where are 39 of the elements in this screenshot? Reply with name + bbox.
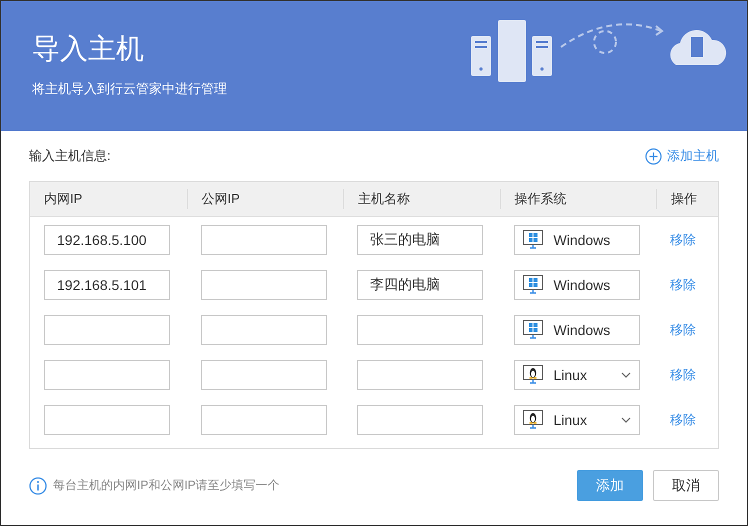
cancel-button[interactable]: 取消	[653, 470, 719, 501]
column-header: 操作系统	[514, 191, 566, 206]
host-name-field[interactable]	[357, 404, 483, 434]
public-ip-field[interactable]	[200, 314, 326, 344]
dialog-title: 导入主机	[32, 32, 145, 66]
private-ip-field[interactable]	[44, 360, 170, 390]
column-header: 主机名称	[358, 191, 410, 206]
column-header: 公网IP	[202, 191, 240, 206]
hint-text: 每台主机的内网IP和公网IP请至少填写一个	[53, 477, 280, 494]
host-name-field[interactable]: 李四的电脑	[357, 270, 483, 300]
os-select[interactable]: Linux	[514, 360, 640, 390]
windows-monitor-icon	[522, 318, 544, 340]
public-ip-field[interactable]	[200, 270, 326, 300]
column-header: 内网IP	[44, 191, 82, 206]
private-ip-field[interactable]	[44, 404, 170, 434]
os-select[interactable]: Windows	[514, 224, 640, 254]
private-ip-field[interactable]: 192.168.5.100	[44, 224, 170, 254]
public-ip-field[interactable]	[200, 224, 326, 254]
public-ip-field[interactable]	[200, 404, 326, 434]
dialog-subtitle: 将主机导入到行云管家中进行管理	[32, 80, 227, 98]
windows-monitor-icon	[522, 274, 544, 296]
os-select[interactable]: Windows	[514, 314, 640, 344]
caret-icon	[620, 372, 630, 378]
os-select[interactable]: Windows	[514, 270, 640, 300]
section-label: 输入主机信息:	[29, 147, 111, 165]
penguin-monitor-icon	[522, 364, 544, 386]
host-name-field[interactable]: 张三的电脑	[357, 224, 483, 254]
caret-icon	[620, 416, 630, 422]
info-icon	[29, 476, 47, 494]
column-header: 操作	[671, 191, 697, 206]
os-select[interactable]: Linux	[514, 404, 640, 434]
host-name-field[interactable]	[357, 314, 483, 344]
public-ip-field[interactable]	[200, 360, 326, 390]
host-name-field[interactable]	[357, 360, 483, 390]
windows-monitor-icon	[522, 228, 544, 250]
private-ip-field[interactable]	[44, 314, 170, 344]
penguin-monitor-icon	[522, 408, 544, 430]
private-ip-field[interactable]: 192.168.5.101	[44, 270, 170, 300]
plus-circle-icon	[645, 148, 662, 164]
